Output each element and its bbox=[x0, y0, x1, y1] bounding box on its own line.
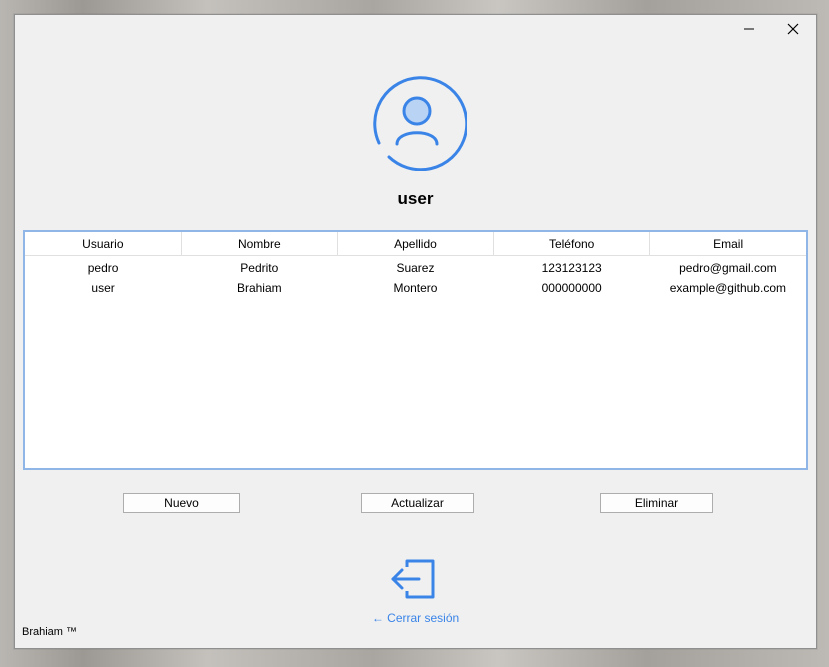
nuevo-button[interactable]: Nuevo bbox=[123, 493, 240, 513]
cell-nombre: Pedrito bbox=[240, 261, 279, 275]
cell-email: pedro@gmail.com bbox=[679, 261, 777, 275]
column-header-nombre[interactable]: Nombre bbox=[181, 232, 338, 256]
app-window: user Usuario Nombre Apellido Teléfono Em… bbox=[14, 14, 817, 649]
cell-nombre: Brahiam bbox=[236, 281, 282, 295]
cell-usuario: pedro bbox=[87, 261, 119, 275]
users-table[interactable]: Usuario Nombre Apellido Teléfono Email p… bbox=[23, 230, 808, 470]
table-header-row: Usuario Nombre Apellido Teléfono Email bbox=[25, 232, 806, 256]
column-header-usuario[interactable]: Usuario bbox=[25, 232, 182, 256]
actualizar-button[interactable]: Actualizar bbox=[361, 493, 474, 513]
eliminar-button[interactable]: Eliminar bbox=[600, 493, 713, 513]
cell-apellido: Montero bbox=[393, 281, 438, 295]
column-header-telefono[interactable]: Teléfono bbox=[493, 232, 651, 256]
footer-credit: Brahiam ™ bbox=[22, 626, 78, 638]
cell-email: example@github.com bbox=[669, 281, 786, 295]
username-title: user bbox=[397, 189, 434, 208]
close-button[interactable] bbox=[773, 17, 813, 45]
user-avatar-icon bbox=[367, 71, 469, 172]
column-header-apellido[interactable]: Apellido bbox=[337, 232, 495, 256]
cell-telefono: 123123123 bbox=[541, 261, 602, 275]
close-icon bbox=[787, 22, 799, 40]
table-row[interactable]: user Brahiam Montero 000000000 example@g… bbox=[25, 278, 806, 298]
minimize-button[interactable] bbox=[729, 17, 769, 45]
minimize-icon bbox=[743, 22, 755, 40]
cell-usuario: user bbox=[91, 281, 115, 295]
table-row[interactable]: pedro Pedrito Suarez 123123123 pedro@gma… bbox=[25, 256, 806, 279]
logout-icon[interactable] bbox=[389, 557, 437, 601]
logout-link[interactable]: ← Cerrar sesión bbox=[15, 611, 816, 625]
column-header-email[interactable]: Email bbox=[649, 232, 806, 256]
cell-telefono: 000000000 bbox=[541, 281, 602, 295]
cell-apellido: Suarez bbox=[396, 261, 435, 275]
